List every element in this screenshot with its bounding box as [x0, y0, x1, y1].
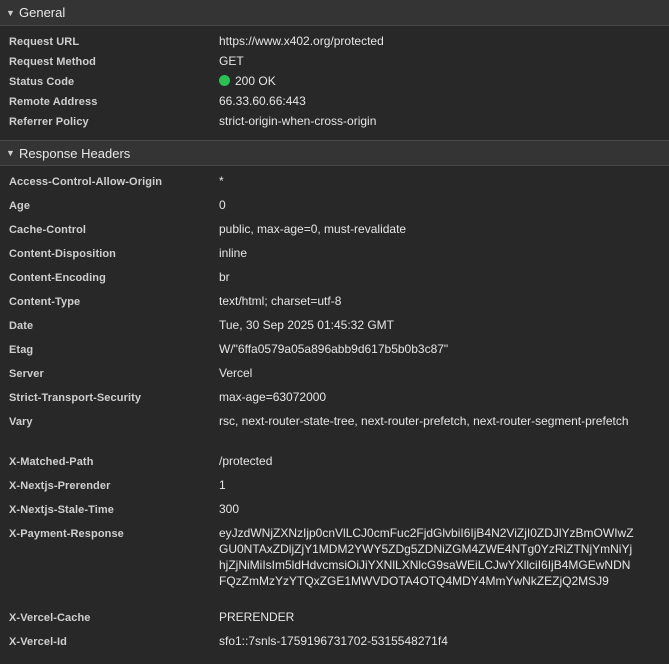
response-header-row: Cache-Control public, max-age=0, must-re…	[0, 221, 669, 245]
response-header-row: X-Matched-Path /protected	[0, 453, 669, 477]
header-key: Access-Control-Allow-Origin	[9, 176, 163, 188]
header-value: rsc, next-router-state-tree, next-router…	[219, 414, 629, 428]
header-value: inline	[219, 246, 248, 260]
response-header-row: X-Nextjs-Stale-Time 300	[0, 501, 669, 525]
response-headers-section-header[interactable]: ▼ Response Headers	[0, 140, 669, 166]
header-key: Cache-Control	[9, 224, 87, 236]
response-header-row: X-Payment-Response eyJzdWNjZXNzIjp0cnVlL…	[0, 525, 669, 609]
header-value: strict-origin-when-cross-origin	[219, 114, 377, 128]
header-key: Request URL	[9, 36, 80, 48]
header-key: Etag	[9, 344, 34, 356]
header-value: GET	[219, 54, 244, 68]
header-value: 66.33.60.66:443	[219, 94, 306, 108]
response-header-row: X-Vercel-Cache PRERENDER	[0, 609, 669, 633]
header-value: max-age=63072000	[219, 390, 327, 404]
header-value: eyJzdWNjZXNzIjp0cnVlLCJ0cmFuc2FjdGlvbiI6…	[219, 526, 634, 588]
header-value: Vercel	[219, 366, 253, 380]
header-value: 1	[219, 478, 226, 492]
header-key: Strict-Transport-Security	[9, 392, 142, 404]
header-key: X-Nextjs-Stale-Time	[9, 504, 115, 516]
header-value: PRERENDER	[219, 610, 295, 624]
header-key: Server	[9, 368, 44, 380]
general-section-title: General	[19, 5, 66, 20]
triangle-down-icon: ▼	[6, 148, 15, 158]
response-header-row: Access-Control-Allow-Origin *	[0, 173, 669, 197]
status-text: 200 OK	[235, 74, 276, 88]
header-value: W/"6ffa0579a05a896abb9d617b5b0b3c87"	[219, 342, 449, 356]
response-header-row: Strict-Transport-Security max-age=630720…	[0, 389, 669, 413]
status-success-icon	[219, 75, 230, 86]
header-value: *	[219, 174, 224, 188]
header-key: Date	[9, 320, 34, 332]
header-key: X-Payment-Response	[9, 528, 124, 540]
header-key: Age	[9, 200, 31, 212]
header-value: public, max-age=0, must-revalidate	[219, 222, 407, 236]
response-header-row: Content-Encoding br	[0, 269, 669, 293]
header-key: Remote Address	[9, 96, 98, 108]
header-value: Tue, 30 Sep 2025 01:45:32 GMT	[219, 318, 395, 332]
header-key: X-Vercel-Cache	[9, 612, 91, 624]
response-header-row: X-Nextjs-Prerender 1	[0, 477, 669, 501]
general-row-request-url: Request URL https://www.x402.org/protect…	[0, 33, 669, 53]
response-header-row: Content-Type text/html; charset=utf-8	[0, 293, 669, 317]
header-value: 300	[219, 502, 240, 516]
header-key: Referrer Policy	[9, 116, 89, 128]
response-header-row: Etag W/"6ffa0579a05a896abb9d617b5b0b3c87…	[0, 341, 669, 365]
response-header-row: Server Vercel	[0, 365, 669, 389]
header-value: /protected	[219, 454, 273, 468]
general-section-header[interactable]: ▼ General	[0, 0, 669, 26]
status-value: 200 OK	[219, 73, 634, 89]
response-header-row: Content-Disposition inline	[0, 245, 669, 269]
general-section: ▼ General Request URL https://www.x402.o…	[0, 0, 669, 140]
response-header-rows: Access-Control-Allow-Origin * Age 0 Cach…	[0, 166, 669, 664]
general-row-remote-address: Remote Address 66.33.60.66:443	[0, 93, 669, 113]
response-header-row: Date Tue, 30 Sep 2025 01:45:32 GMT	[0, 317, 669, 341]
header-value: sfo1::7snls-1759196731702-5315548271f4	[219, 634, 448, 648]
header-key: Status Code	[9, 76, 75, 88]
header-key: X-Matched-Path	[9, 456, 94, 468]
header-key: Content-Encoding	[9, 272, 106, 284]
response-headers-section-title: Response Headers	[19, 145, 131, 161]
response-header-row: X-Vercel-Id sfo1::7snls-1759196731702-53…	[0, 633, 669, 657]
header-key: Content-Type	[9, 296, 81, 308]
general-row-status-code: Status Code 200 OK	[0, 73, 669, 93]
triangle-down-icon: ▼	[6, 7, 15, 18]
header-key: Vary	[9, 416, 33, 428]
header-key: Request Method	[9, 56, 96, 68]
general-row-request-method: Request Method GET	[0, 53, 669, 73]
header-value: 0	[219, 198, 226, 212]
header-key: X-Nextjs-Prerender	[9, 480, 111, 492]
header-value: br	[219, 270, 230, 284]
header-value: https://www.x402.org/protected	[219, 34, 384, 48]
header-key: Content-Disposition	[9, 248, 116, 260]
general-row-referrer-policy: Referrer Policy strict-origin-when-cross…	[0, 113, 669, 133]
general-rows: Request URL https://www.x402.org/protect…	[0, 26, 669, 140]
response-headers-section: ▼ Response Headers Access-Control-Allow-…	[0, 140, 669, 664]
header-key: X-Vercel-Id	[9, 636, 67, 648]
response-header-row: Age 0	[0, 197, 669, 221]
response-header-row: Vary rsc, next-router-state-tree, next-r…	[0, 413, 669, 453]
header-value: text/html; charset=utf-8	[219, 294, 342, 308]
